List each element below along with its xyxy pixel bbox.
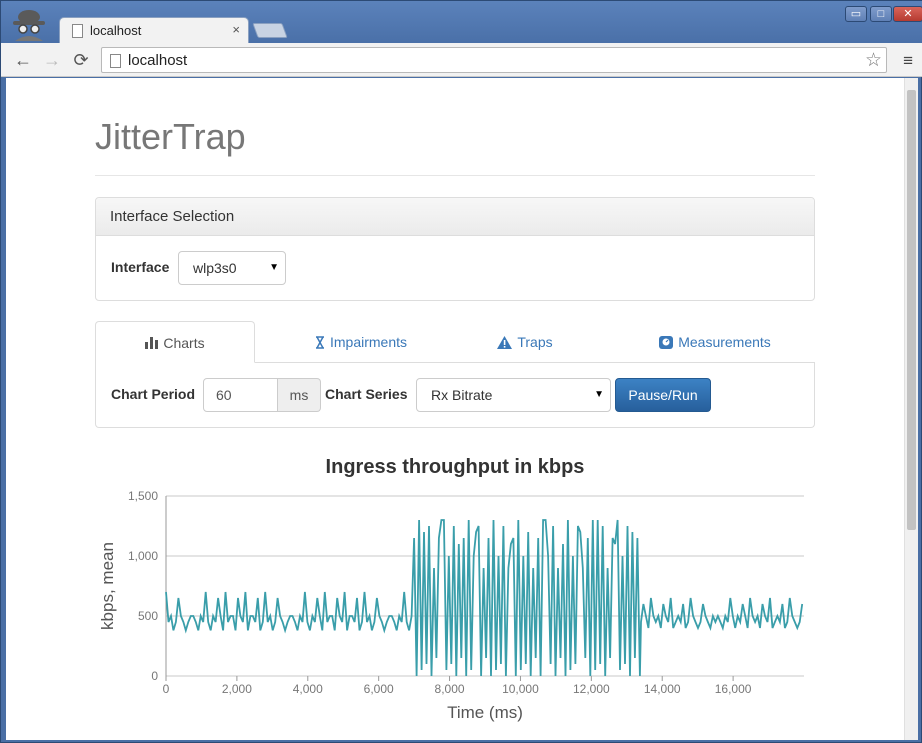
hourglass-icon [315,336,324,349]
tab-charts-label: Charts [163,335,205,351]
warning-icon [497,336,513,349]
x-tick-label: 14,000 [644,682,681,696]
y-tick-label: 1,500 [128,489,158,503]
browser-menu-button[interactable]: ≡ [903,51,913,71]
chart-period-input[interactable]: 60 [203,378,278,412]
url-text[interactable]: localhost [128,52,187,69]
tab-traps[interactable]: Traps [465,321,585,363]
incognito-icon [13,10,45,41]
panel-body: Interface wlp3s0 ▼ [96,236,814,300]
browser-toolbar: ← → ⟳ localhost ☆ ≡ [1,43,922,77]
series-line [165,519,804,677]
scrollbar-thumb[interactable] [907,90,916,530]
page-icon [72,24,83,38]
new-tab-button[interactable] [252,23,288,38]
chart-series-select[interactable]: Rx Bitrate ▼ [416,378,611,412]
chart-controls-panel: Chart Period 60 ms Chart Series Rx Bitra… [95,362,815,428]
chart-period-label: Chart Period [111,386,196,402]
interface-panel: Interface Selection Interface wlp3s0 ▼ [95,197,815,301]
x-tick-label: 2,000 [222,682,252,696]
interface-label: Interface [111,259,170,275]
tab-title: localhost [90,23,142,38]
x-tick-label: 12,000 [573,682,610,696]
gauge-icon [659,336,674,349]
close-window-button[interactable]: ✕ [893,6,922,22]
y-tick-label: 0 [151,669,158,683]
main-tabs: Charts Impairments Traps Measurements [95,321,815,363]
maximize-button[interactable]: □ [870,6,892,22]
x-tick-label: 4,000 [293,682,323,696]
minimize-button[interactable]: ▭ [845,6,867,22]
x-tick-label: 10,000 [502,682,539,696]
reload-button[interactable]: ⟳ [71,50,91,70]
browser-window: localhost × ▭ □ ✕ ← → ⟳ localhost ☆ ≡ Ji… [0,0,922,743]
tab-impairments[interactable]: Impairments [271,321,451,363]
bookmark-star-icon[interactable]: ☆ [865,49,882,72]
chevron-down-icon: ▼ [594,389,604,400]
vertical-scrollbar[interactable] [904,78,918,740]
throughput-chart: 0 500 1,000 1,500 0 2,000 4,000 6,000 8,000 10,00… [98,489,804,722]
tab-traps-label: Traps [517,334,553,350]
close-tab-icon[interactable]: × [232,22,240,37]
y-tick-label: 500 [138,609,158,623]
forward-button[interactable]: → [42,50,62,70]
chart-series-label: Chart Series [325,386,408,402]
tab-charts[interactable]: Charts [95,321,255,363]
browser-tab[interactable]: localhost × [59,17,249,44]
tab-measurements[interactable]: Measurements [635,321,795,363]
page-title: JitterTrap [95,116,246,157]
y-axis-label: kbps, mean [98,542,117,630]
divider [95,175,815,176]
chart-series-value: Rx Bitrate [431,387,493,403]
bar-chart-icon [145,337,159,349]
x-tick-label: 16,000 [715,682,752,696]
x-tick-label: 6,000 [364,682,394,696]
interface-select-value: wlp3s0 [193,260,237,276]
title-bar: localhost × ▭ □ ✕ [1,1,922,44]
x-tick-label: 8,000 [435,682,465,696]
address-bar[interactable]: localhost ☆ [101,47,887,73]
page-icon [110,54,121,68]
pause-run-button[interactable]: Pause/Run [615,378,711,412]
chart-title: Ingress throughput in kbps [325,456,585,478]
page-viewport: JitterTrap Interface Selection Interface… [6,78,918,740]
y-tick-label: 1,000 [128,549,158,563]
tab-impairments-label: Impairments [329,334,408,350]
interface-select[interactable]: wlp3s0 ▼ [178,251,286,285]
x-tick-label: 0 [163,682,170,696]
back-button[interactable]: ← [13,50,33,70]
chevron-down-icon: ▼ [269,262,279,273]
x-axis-label: Time (ms) [447,703,523,722]
panel-heading: Interface Selection [96,198,814,236]
tab-measurements-label: Measurements [678,334,771,350]
chart-period-unit: ms [278,378,321,412]
